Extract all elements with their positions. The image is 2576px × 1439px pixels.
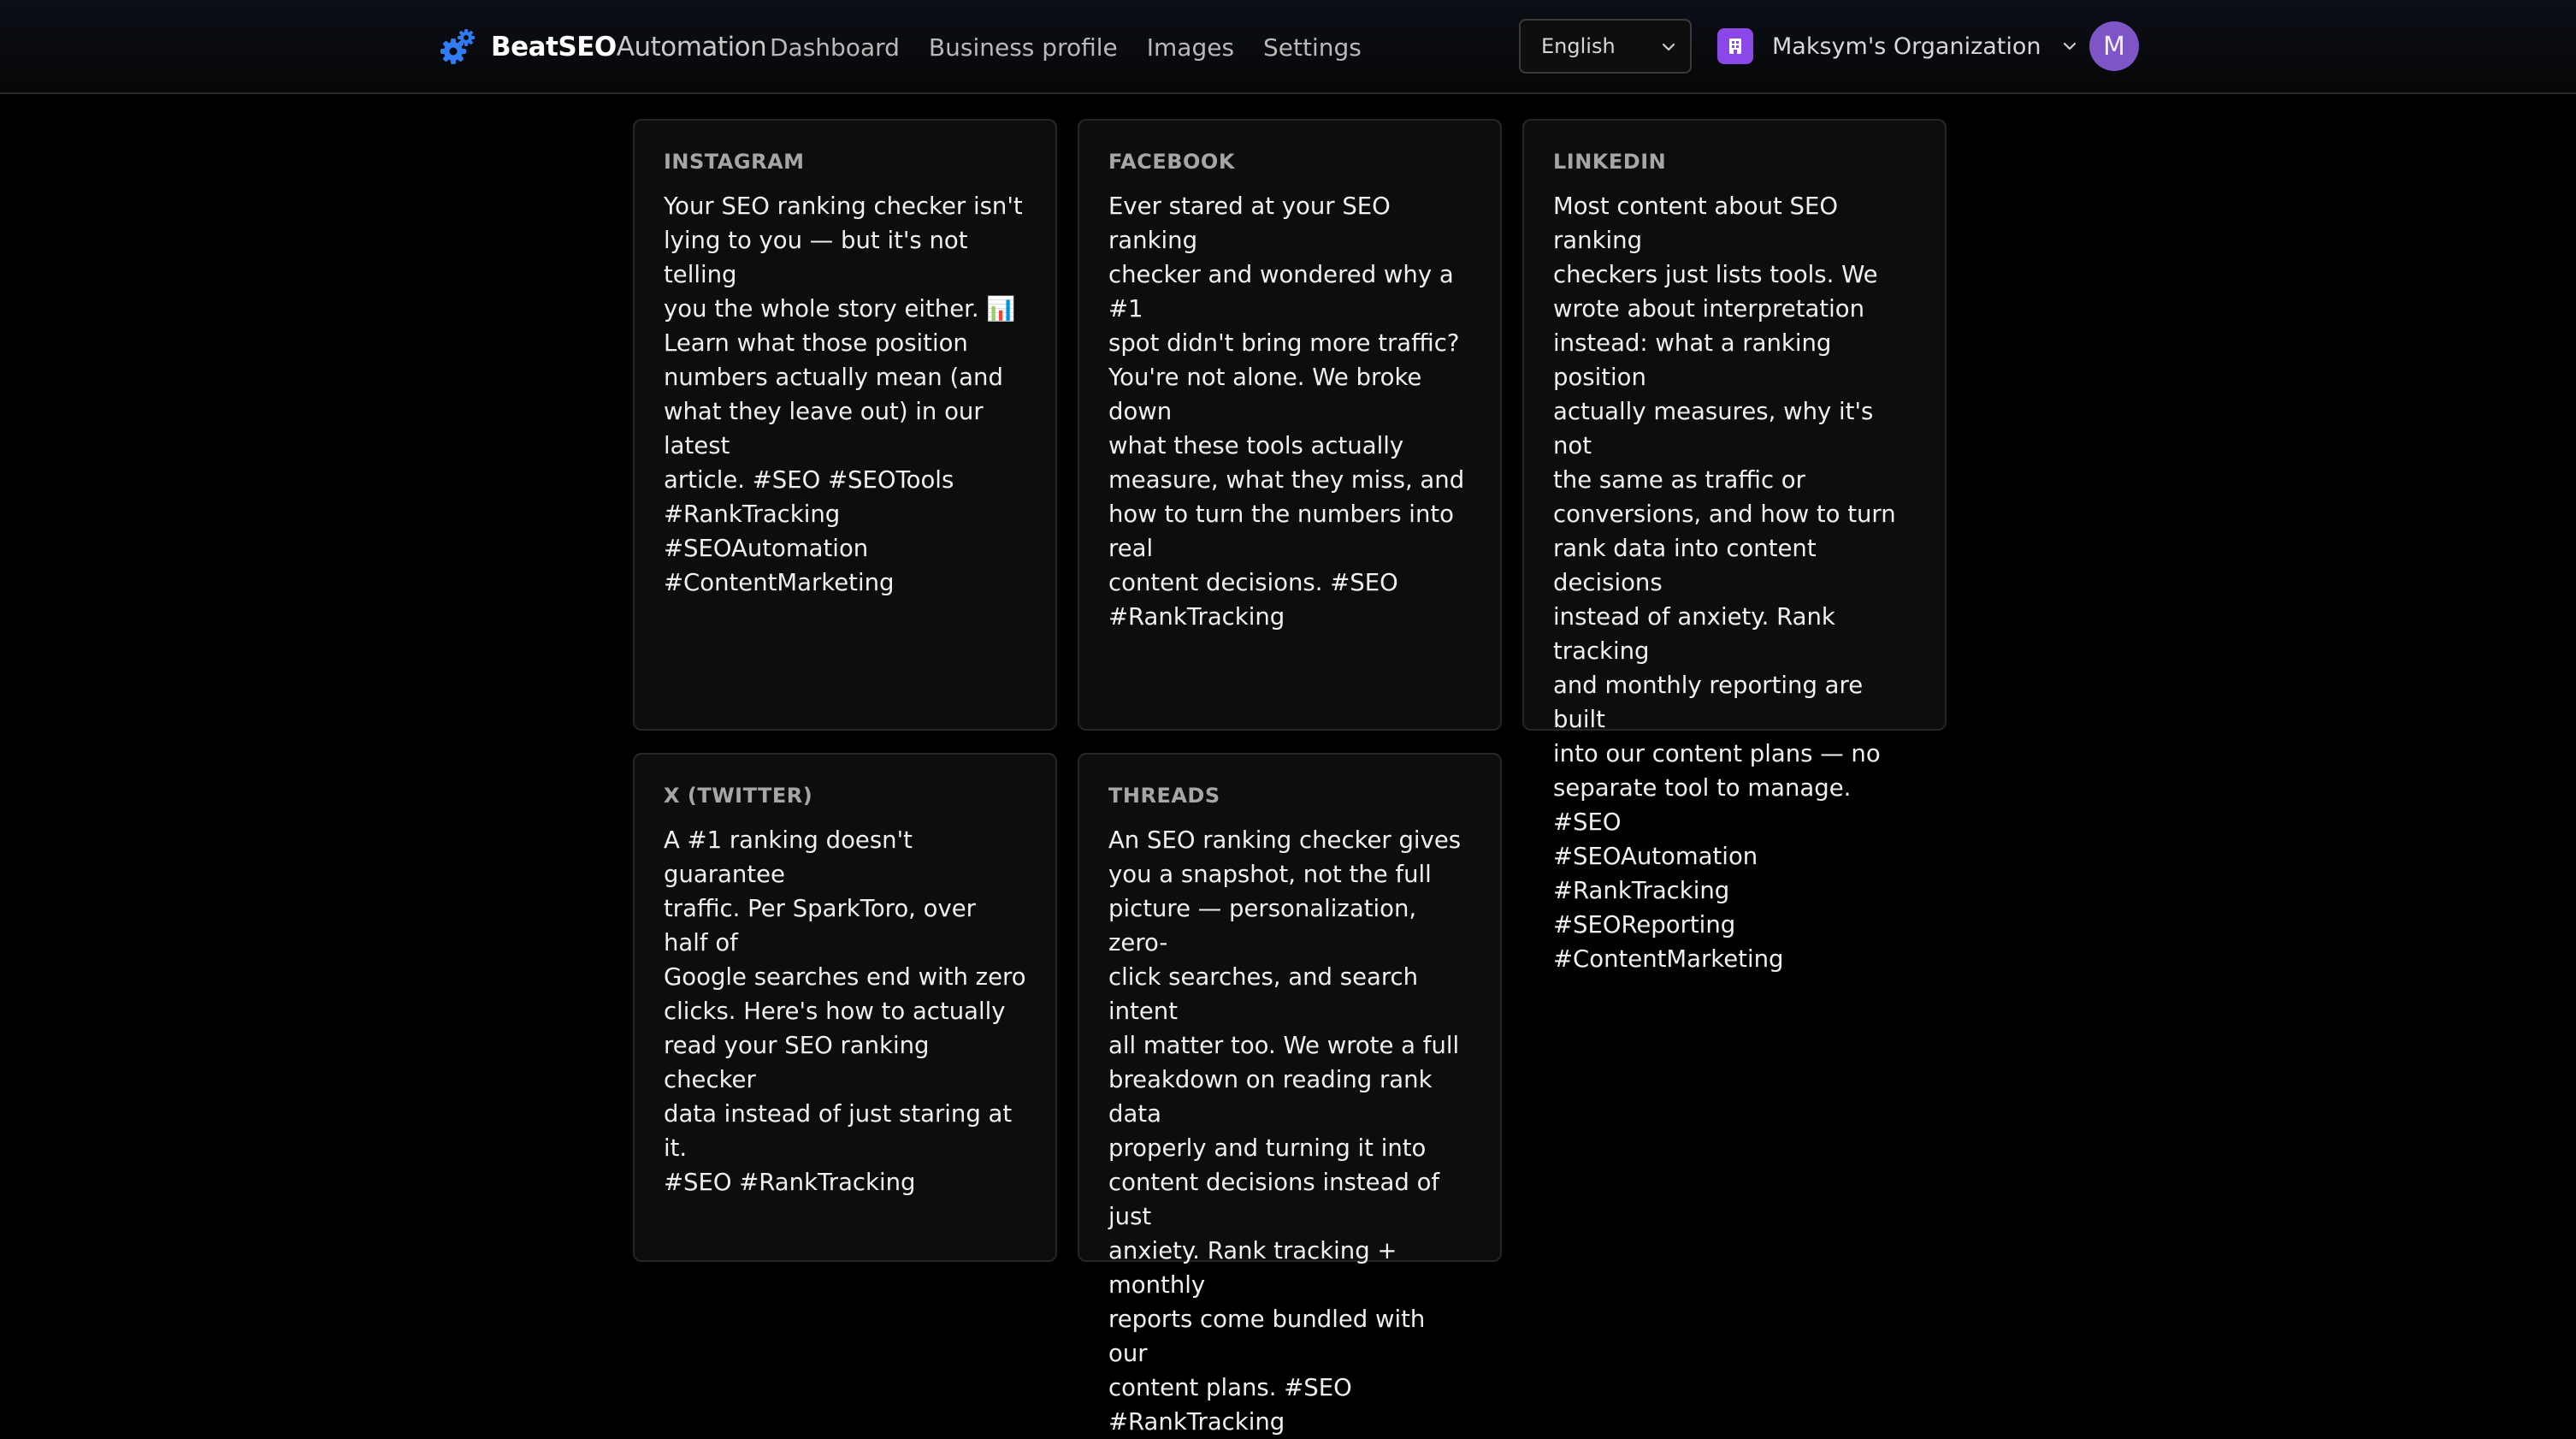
brand-name-bold: BeatSEO [491, 32, 617, 62]
post-text: A #1 ranking doesn't guarantee traffic. … [664, 826, 1026, 1196]
post-text: Ever stared at your SEO ranking checker … [1108, 192, 1465, 631]
nav-dashboard[interactable]: Dashboard [770, 33, 900, 62]
user-avatar[interactable]: M [2089, 21, 2139, 71]
post-platform-label: FACEBOOK [1108, 150, 1235, 174]
building-icon [1717, 28, 1753, 64]
organization-switcher[interactable]: Maksym's Organization [1717, 27, 2079, 65]
nav-settings[interactable]: Settings [1263, 33, 1362, 62]
brand-name-regular: Automation [616, 32, 767, 62]
post-card-instagram: INSTAGRAM Your SEO ranking checker isn't… [633, 119, 1057, 731]
gears-icon [440, 29, 475, 64]
brand-name: BeatSEOAutomation [491, 32, 767, 62]
post-platform-label: THREADS [1108, 784, 1220, 808]
organization-name: Maksym's Organization [1772, 33, 2041, 60]
chevron-down-icon [2063, 42, 2076, 50]
post-card-threads: THREADS An SEO ranking checker gives you… [1078, 753, 1502, 1436]
post-platform-label: INSTAGRAM [664, 150, 805, 174]
nav-business-profile[interactable]: Business profile [929, 33, 1118, 62]
post-text: Most content about SEO ranking checkers … [1553, 192, 1896, 973]
post-card-facebook: FACEBOOK Ever stared at your SEO ranking… [1078, 119, 1502, 731]
language-select-value: English [1541, 34, 1616, 58]
language-select[interactable]: English [1519, 19, 1692, 74]
post-text: Your SEO ranking checker isn't lying to … [664, 192, 1023, 596]
top-navbar: BeatSEOAutomation Dashboard Business pro… [0, 0, 2576, 94]
post-platform-label: LINKEDIN [1553, 150, 1667, 174]
post-card-linkedin: LINKEDIN Most content about SEO ranking … [1522, 119, 1947, 973]
post-text: An SEO ranking checker gives you a snaps… [1108, 826, 1462, 1436]
post-platform-label: X (TWITTER) [664, 784, 813, 808]
chevron-down-icon [1662, 43, 1675, 51]
main-nav: Dashboard Business profile Images Settin… [770, 24, 1362, 70]
nav-images[interactable]: Images [1147, 33, 1234, 62]
brand-logo[interactable]: BeatSEOAutomation [438, 24, 767, 70]
post-card-x-twitter: X (TWITTER) A #1 ranking doesn't guarant… [633, 753, 1057, 1262]
